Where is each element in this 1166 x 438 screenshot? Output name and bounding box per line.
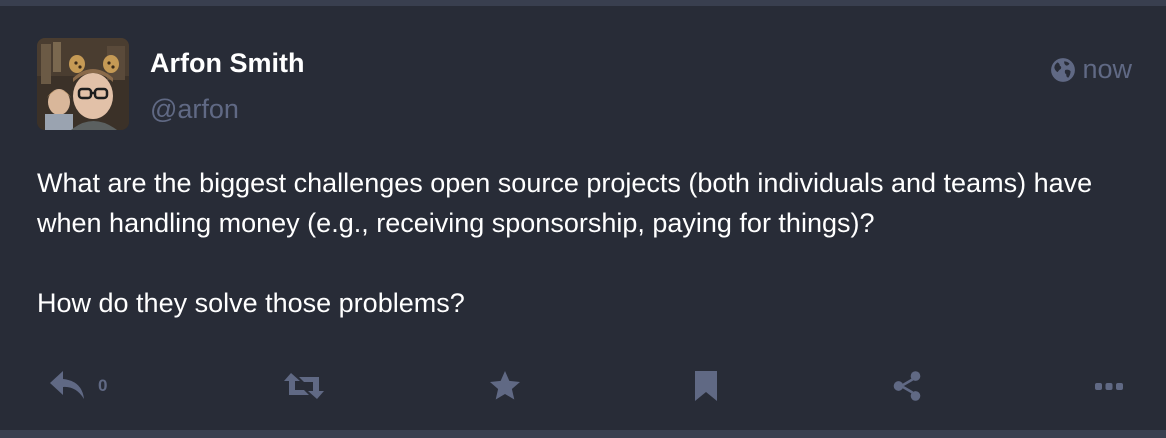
more-button[interactable] [1094, 364, 1124, 408]
post-paragraph: What are the biggest challenges open sou… [37, 168, 1093, 238]
reply-count: 0 [98, 376, 108, 395]
reply-icon [48, 369, 88, 403]
action-bar: 0 [0, 364, 1166, 408]
retweet-icon [283, 371, 325, 401]
globe-icon [1050, 57, 1076, 83]
post-content: What are the biggest challenges open sou… [37, 163, 1137, 323]
status-card[interactable]: Arfon Smith @arfon now What are the bigg… [0, 6, 1166, 430]
favourite-button[interactable] [487, 364, 523, 408]
bottom-divider [0, 430, 1166, 438]
post-timestamp[interactable]: now [1050, 54, 1132, 85]
author-handle[interactable]: @arfon [150, 94, 239, 125]
author-avatar[interactable] [37, 38, 129, 130]
share-button[interactable] [890, 364, 924, 408]
share-icon [890, 369, 924, 403]
timestamp-text: now [1082, 54, 1132, 84]
bookmark-icon [693, 369, 719, 403]
reply-button[interactable]: 0 [48, 364, 107, 408]
author-display-name[interactable]: Arfon Smith [150, 48, 305, 79]
boost-button[interactable] [283, 364, 325, 408]
ellipsis-icon [1094, 381, 1124, 391]
star-icon [487, 368, 523, 404]
bookmark-button[interactable] [693, 364, 719, 408]
post-paragraph: How do they solve those problems? [37, 288, 465, 318]
